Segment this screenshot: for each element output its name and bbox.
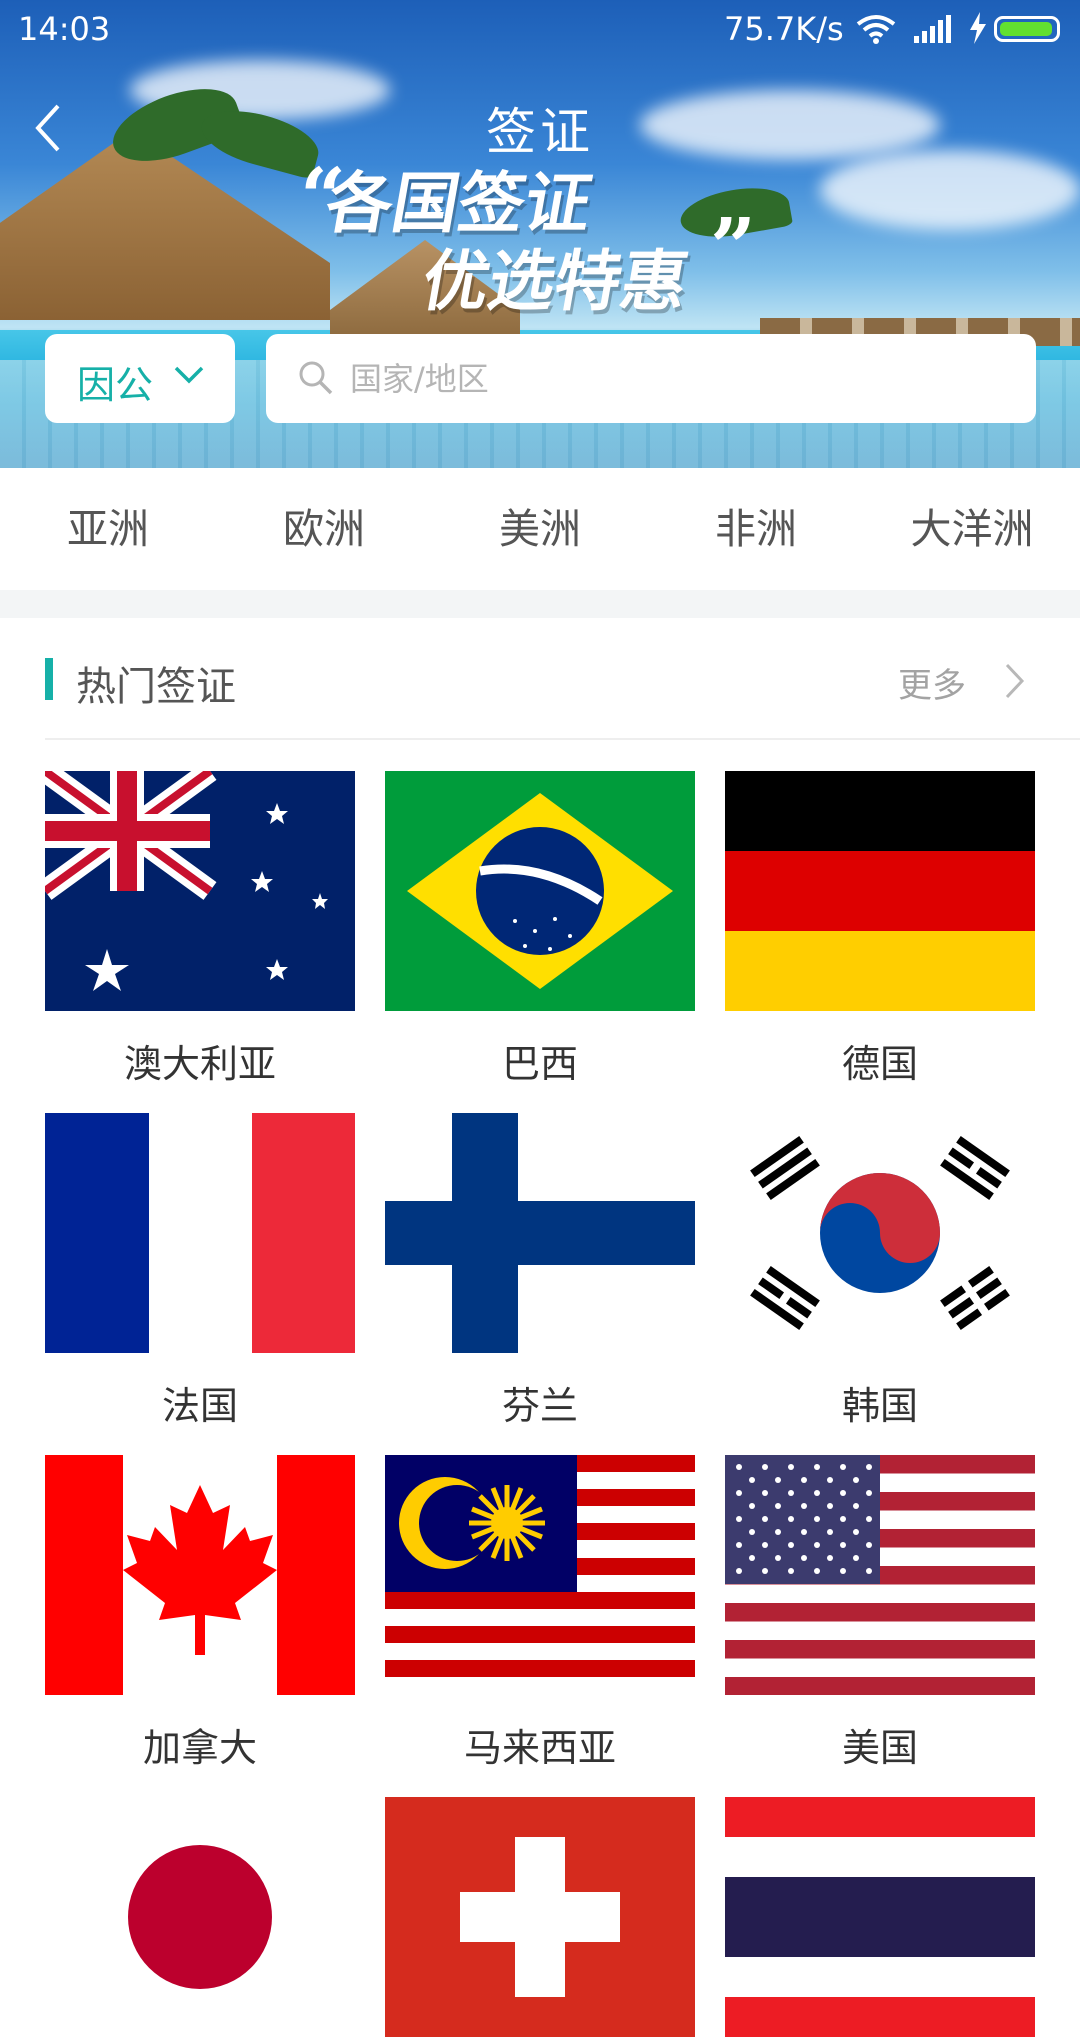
- country-name: 德国: [841, 1042, 918, 1086]
- section-separator: [0, 590, 1080, 618]
- status-bar: 14:03 75.7K/s: [0, 0, 1080, 60]
- search-input[interactable]: [348, 348, 1002, 410]
- country-name: 加拿大: [142, 1726, 257, 1770]
- tab-asia[interactable]: 亚洲: [0, 468, 216, 590]
- status-time: 14:03: [18, 10, 111, 48]
- hot-visa-header: 热门签证 更多: [0, 618, 1080, 740]
- country-name: 法国: [161, 1384, 238, 1428]
- network-speed: 75.7K/s: [724, 10, 844, 48]
- section-accent-bar: [45, 658, 53, 700]
- battery-level: [1000, 22, 1052, 36]
- thailand-flag-icon: [725, 1797, 1035, 2037]
- country-name: 芬兰: [501, 1384, 578, 1428]
- slogan-line1: 各国签证: [320, 165, 598, 242]
- finland-flag-icon: [385, 1113, 695, 1353]
- section-title: 热门签证: [76, 664, 236, 710]
- country-name: 澳大利亚: [123, 1042, 276, 1086]
- chevron-down-icon: [174, 366, 204, 384]
- tab-africa[interactable]: 非洲: [648, 468, 864, 590]
- page-title: 签证: [486, 103, 594, 161]
- wifi-icon: [856, 15, 896, 44]
- slogan: 各国签证 优选特惠: [306, 165, 708, 321]
- brazil-flag-icon: [385, 771, 695, 1011]
- france-flag-icon: [45, 1113, 355, 1353]
- tab-oceania[interactable]: 大洋洲: [864, 468, 1080, 590]
- country-name: 韩国: [841, 1384, 918, 1428]
- switzerland-flag-icon: [385, 1797, 695, 2037]
- more-link[interactable]: 更多: [898, 658, 966, 707]
- germany-flag-icon: [725, 771, 1035, 1011]
- slogan-line2: 优选特惠: [416, 243, 694, 320]
- quote-close: ”: [710, 200, 757, 294]
- country-name: 美国: [841, 1726, 918, 1770]
- country-name: 巴西: [501, 1042, 578, 1086]
- tab-america[interactable]: 美洲: [432, 468, 648, 590]
- japan-flag-icon: [45, 1797, 355, 2037]
- battery-icon: [994, 16, 1060, 42]
- australia-flag-icon: [45, 771, 355, 1011]
- korea-flag-icon: [725, 1113, 1035, 1353]
- region-tabs: 亚洲 欧洲 美洲 非洲 大洋洲: [0, 468, 1080, 590]
- tab-europe[interactable]: 欧洲: [216, 468, 432, 590]
- malaysia-flag-icon: [385, 1455, 695, 1695]
- official-type-dropdown[interactable]: 因公: [45, 334, 235, 423]
- signal-icon: [914, 15, 951, 43]
- country-name: 马来西亚: [463, 1726, 616, 1770]
- divider: [45, 738, 1080, 740]
- search-icon: [299, 361, 333, 395]
- type-select-label: 因公: [77, 363, 154, 407]
- chevron-right-icon[interactable]: [1004, 662, 1026, 700]
- search-bar[interactable]: [266, 334, 1036, 423]
- canada-flag-icon: [45, 1455, 355, 1695]
- charging-icon: [970, 12, 986, 44]
- usa-flag-icon: [725, 1455, 1035, 1695]
